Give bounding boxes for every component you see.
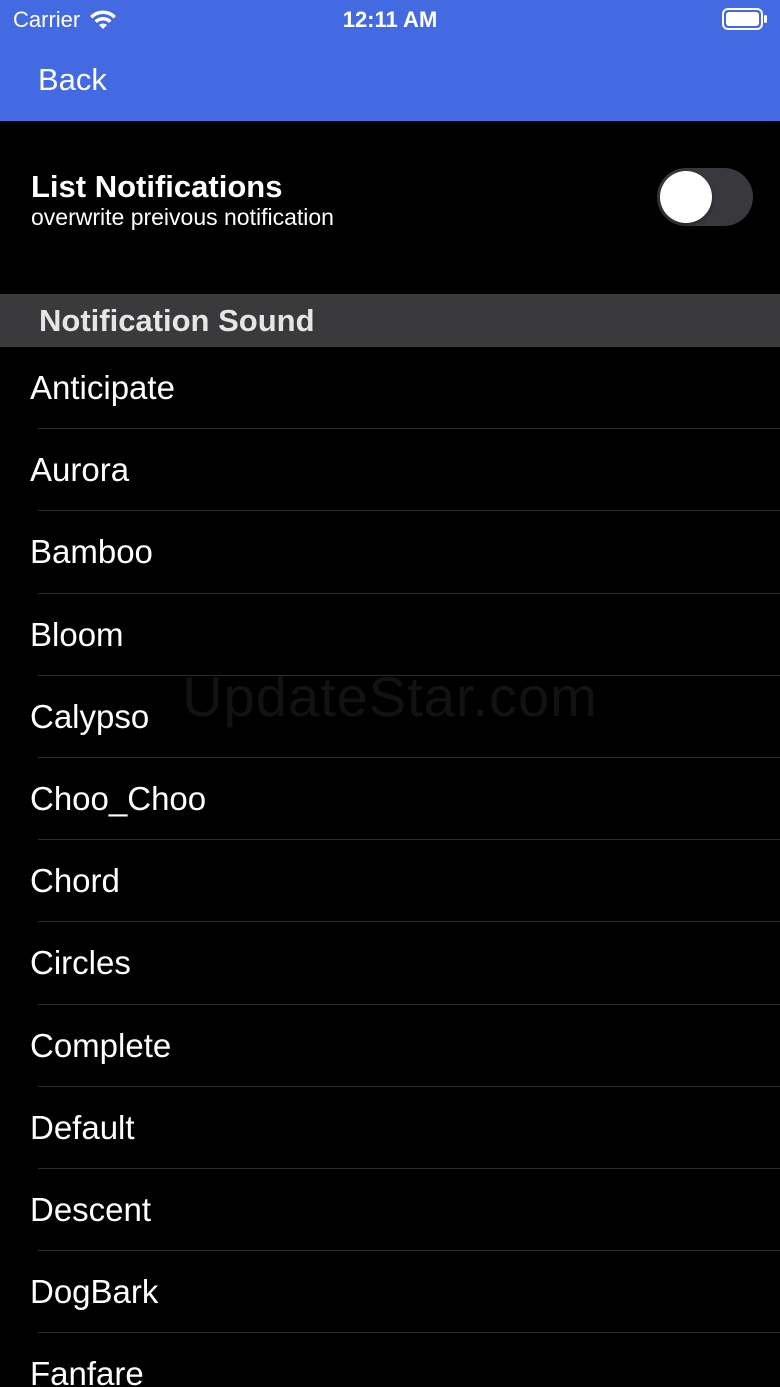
sound-list: Anticipate Aurora Bamboo Bloom Calypso C… (0, 347, 780, 1387)
sound-item-complete[interactable]: Complete (0, 1005, 780, 1087)
sound-item-descent[interactable]: Descent (0, 1169, 780, 1252)
sound-label: Descent (30, 1190, 152, 1228)
sound-item-bloom[interactable]: Bloom (0, 594, 780, 676)
sound-item-chord[interactable]: Chord (0, 840, 780, 923)
sound-item-aurora[interactable]: Aurora (0, 429, 780, 512)
section-title: Notification Sound (39, 303, 315, 338)
sound-label: Calypso (30, 697, 150, 735)
sound-label: Circles (30, 944, 131, 982)
notification-sound-section-header: Notification Sound (0, 294, 780, 347)
sound-label: Bloom (30, 615, 124, 653)
sound-label: Complete (30, 1026, 172, 1064)
header-bar: Carrier 12:11 AM Back (0, 0, 780, 121)
sound-item-default[interactable]: Default (0, 1087, 780, 1170)
sound-label: Chord (30, 862, 120, 900)
sound-label: Default (30, 1108, 135, 1146)
sound-item-circles[interactable]: Circles (0, 922, 780, 1005)
sound-item-fanfare[interactable]: Fanfare (0, 1333, 780, 1387)
list-notifications-title: List Notifications (31, 169, 283, 204)
status-time: 12:11 AM (342, 7, 438, 32)
sound-label: Bamboo (30, 533, 153, 571)
sound-label: Fanfare (30, 1355, 144, 1387)
list-notifications-row: List Notifications overwrite preivous no… (0, 121, 780, 294)
sound-label: Aurora (30, 451, 130, 489)
sound-item-choo-choo[interactable]: Choo_Choo (0, 758, 780, 841)
notification-settings-screen: Carrier 12:11 AM Back List Notifications… (0, 0, 780, 1387)
sound-label: Choo_Choo (30, 779, 207, 817)
sound-item-calypso[interactable]: Calypso (0, 676, 780, 759)
sound-label: Anticipate (30, 369, 175, 406)
sound-label: DogBark (30, 1273, 159, 1311)
back-button[interactable]: Back (38, 60, 107, 100)
toggle-knob (660, 171, 712, 223)
sound-item-anticipate[interactable]: Anticipate (0, 347, 780, 430)
list-notifications-toggle[interactable] (657, 168, 753, 226)
sound-item-dogbark[interactable]: DogBark (0, 1251, 780, 1334)
battery-icon (722, 8, 767, 30)
sound-item-bamboo[interactable]: Bamboo (0, 511, 780, 594)
list-notifications-subtitle: overwrite preivous notification (31, 204, 334, 230)
